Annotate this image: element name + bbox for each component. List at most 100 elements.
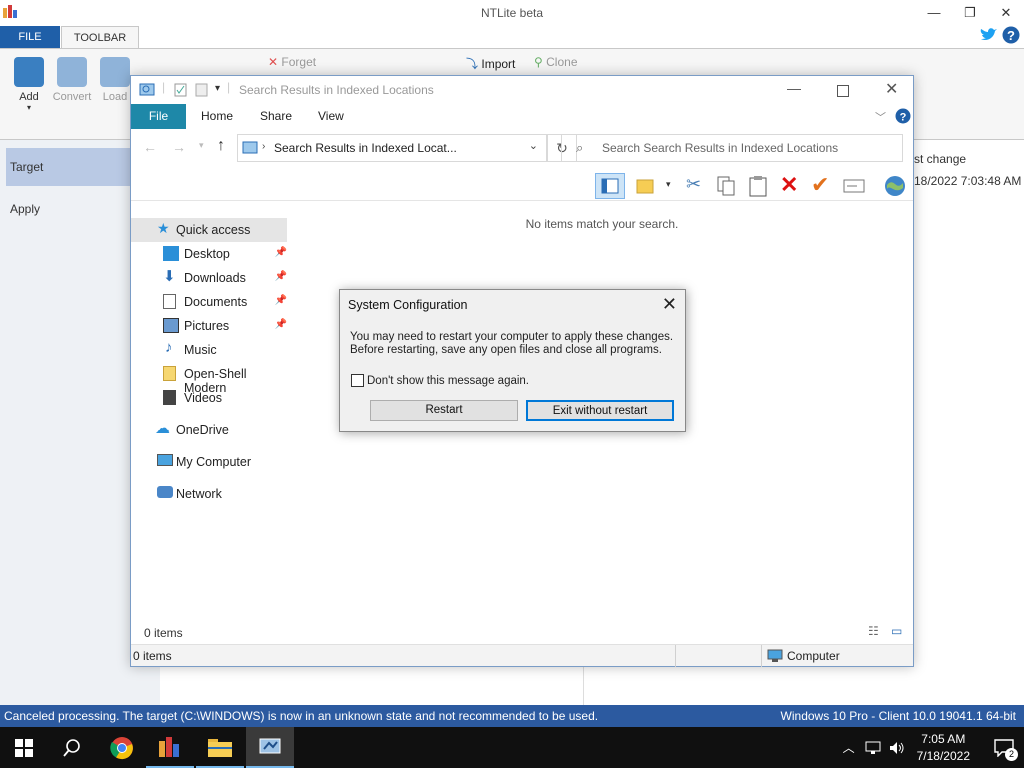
start-button[interactable] bbox=[0, 727, 48, 768]
up-arrow-icon[interactable]: ↑ bbox=[217, 137, 225, 155]
search-results-icon bbox=[139, 83, 155, 96]
nav-pictures[interactable]: Pictures 📌 bbox=[131, 314, 291, 338]
search-placeholder: Search Search Results in Indexed Locatio… bbox=[602, 141, 839, 155]
address-location-icon bbox=[242, 141, 258, 154]
toggle-navigation-pane-button[interactable] bbox=[595, 173, 625, 199]
nav-apply[interactable]: Apply bbox=[6, 190, 130, 228]
ntlite-titlebar: NTLite beta — ❐ ✕ bbox=[0, 0, 1024, 26]
explorer-titlebar: | ▾ | Search Results in Indexed Location… bbox=[131, 76, 913, 104]
expand-ribbon-chevron-icon[interactable]: ﹀ bbox=[875, 109, 886, 125]
exit-without-restart-button[interactable]: Exit without restart bbox=[526, 400, 674, 421]
nav-open-shell-modern[interactable]: Open-Shell Modern bbox=[131, 362, 291, 395]
explorer-close-button[interactable]: ✕ bbox=[885, 79, 898, 99]
explorer-tab-view[interactable]: View bbox=[318, 104, 344, 129]
file-explorer-taskbar-button[interactable] bbox=[196, 727, 244, 768]
back-arrow-icon[interactable]: ← bbox=[143, 139, 157, 155]
chrome-taskbar-button[interactable] bbox=[98, 727, 146, 768]
dialog-message-line1: You may need to restart your computer to… bbox=[350, 331, 674, 343]
pin-icon[interactable]: 📌 bbox=[275, 247, 287, 258]
twitter-icon[interactable] bbox=[980, 27, 998, 43]
minimize-button[interactable]: — bbox=[916, 0, 952, 26]
explorer-tab-file[interactable]: File bbox=[131, 104, 186, 129]
clone-button[interactable]: ⚲ Clone bbox=[534, 55, 578, 69]
explorer-search-input[interactable]: ⌕ Search Search Results in Indexed Locat… bbox=[561, 134, 903, 162]
import-button[interactable]: ⤵ Import bbox=[466, 55, 515, 72]
recent-locations-chevron-icon[interactable]: ▾ bbox=[199, 140, 204, 151]
dont-show-again-label: Don't show this message again. bbox=[367, 374, 530, 387]
cloud-icon: ☁ bbox=[155, 420, 170, 437]
computer-icon bbox=[157, 454, 173, 466]
tab-file[interactable]: FILE bbox=[0, 26, 60, 48]
close-button[interactable]: ✕ bbox=[988, 0, 1024, 26]
copy-icon[interactable] bbox=[717, 176, 735, 196]
taskbar: ︿ 7:05 AM 7/18/2022 2 bbox=[0, 727, 1024, 768]
ntlite-taskbar-button[interactable] bbox=[146, 727, 194, 768]
help-icon[interactable]: ? bbox=[1002, 26, 1020, 44]
cut-icon[interactable]: ✂ bbox=[686, 174, 701, 195]
column-header-last-change[interactable]: st change bbox=[914, 152, 966, 166]
nav-quick-access[interactable]: ★ Quick access bbox=[131, 218, 287, 242]
ntlite-window-title: NTLite beta bbox=[480, 6, 544, 20]
chevron-up-icon[interactable]: ︿ bbox=[843, 739, 855, 756]
explorer-help-icon[interactable]: ? bbox=[895, 108, 911, 124]
load-button[interactable]: Load bbox=[98, 57, 132, 103]
dialog-title: System Configuration bbox=[348, 298, 468, 312]
paste-icon[interactable] bbox=[749, 175, 767, 197]
new-folder-cmd-icon[interactable] bbox=[636, 177, 658, 195]
notifications-button[interactable]: 2 bbox=[984, 727, 1024, 768]
new-folder-icon[interactable] bbox=[195, 83, 208, 97]
import-icon: ⤵ bbox=[466, 57, 479, 71]
nav-music[interactable]: ♪ Music bbox=[131, 338, 291, 362]
chrome-icon bbox=[110, 736, 133, 759]
nav-videos[interactable]: Videos bbox=[131, 386, 291, 410]
properties-globe-icon[interactable] bbox=[883, 174, 907, 198]
nav-target[interactable]: Target bbox=[6, 148, 130, 186]
search-button[interactable] bbox=[48, 727, 96, 768]
convert-button[interactable]: Convert bbox=[50, 57, 94, 103]
status-location: Computer bbox=[787, 649, 840, 663]
pin-icon[interactable]: 📌 bbox=[275, 319, 287, 330]
delete-icon[interactable]: ✕ bbox=[780, 172, 798, 198]
forward-arrow-icon[interactable]: → bbox=[172, 139, 186, 155]
clock[interactable]: 7:05 AM 7/18/2022 bbox=[917, 731, 970, 765]
dont-show-again-option[interactable]: Don't show this message again. bbox=[351, 374, 529, 387]
restart-button[interactable]: Restart bbox=[370, 400, 518, 421]
properties-icon[interactable] bbox=[174, 83, 187, 97]
empty-search-message: No items match your search. bbox=[525, 217, 679, 231]
nav-documents[interactable]: Documents 📌 bbox=[131, 290, 291, 314]
explorer-maximize-button[interactable] bbox=[837, 85, 849, 97]
address-dropdown-icon[interactable]: ⌄ bbox=[529, 139, 538, 152]
pin-icon[interactable]: 📌 bbox=[275, 295, 287, 306]
rename-icon[interactable] bbox=[843, 179, 865, 193]
explorer-minimize-button[interactable]: — bbox=[787, 80, 801, 96]
explorer-navigation-pane: ★ Quick access Desktop 📌 ⬇ Downloads 📌 Doc… bbox=[131, 206, 291, 626]
explorer-tab-share[interactable]: Share bbox=[260, 104, 292, 129]
network-icon[interactable] bbox=[865, 741, 881, 755]
address-bar[interactable]: › Search Results in Indexed Locat... ⌄ bbox=[237, 134, 547, 162]
navigation-pane-icon bbox=[601, 178, 619, 194]
dont-show-again-checkbox[interactable] bbox=[351, 374, 364, 387]
nav-downloads[interactable]: ⬇ Downloads 📌 bbox=[131, 266, 291, 290]
large-icons-view-icon[interactable]: ▭ bbox=[891, 624, 902, 638]
nav-onedrive[interactable]: ☁ OneDrive bbox=[131, 418, 291, 442]
explorer-ribbon-tabs: File Home Share View ﹀ ? bbox=[131, 104, 913, 129]
restore-button[interactable]: ❐ bbox=[952, 0, 988, 26]
explorer-tab-home[interactable]: Home bbox=[201, 104, 233, 129]
volume-icon[interactable] bbox=[889, 741, 905, 755]
nav-desktop[interactable]: Desktop 📌 bbox=[131, 242, 291, 266]
new-folder-dropdown-icon[interactable]: ▾ bbox=[666, 179, 671, 190]
system-configuration-taskbar-button[interactable] bbox=[246, 727, 294, 768]
nav-my-computer[interactable]: My Computer bbox=[131, 450, 291, 474]
item-count: 0 items bbox=[144, 626, 183, 640]
pin-icon[interactable]: 📌 bbox=[275, 271, 287, 282]
quick-access-toolbar-dropdown-icon[interactable]: ▾ bbox=[215, 83, 220, 94]
details-view-icon[interactable]: ☷ bbox=[868, 624, 879, 638]
documents-icon bbox=[163, 294, 176, 309]
add-icon bbox=[14, 57, 44, 87]
add-button[interactable]: Add ▾ bbox=[10, 57, 48, 112]
forget-button[interactable]: ✕ Forget bbox=[268, 55, 316, 69]
nav-network[interactable]: Network bbox=[131, 482, 291, 506]
tab-toolbar[interactable]: TOOLBAR bbox=[61, 26, 139, 50]
dialog-close-button[interactable]: ✕ bbox=[662, 294, 677, 315]
select-check-icon[interactable]: ✔ bbox=[811, 172, 829, 198]
